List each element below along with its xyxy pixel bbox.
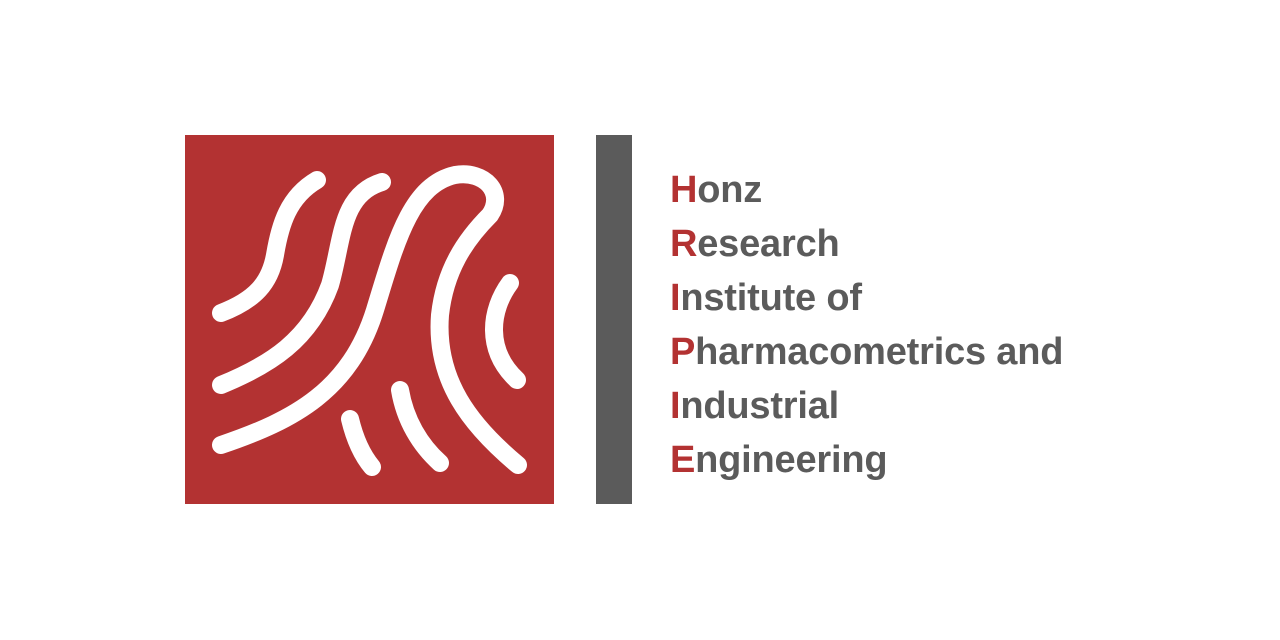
wordmark-initial: I <box>670 277 681 319</box>
wordmark-line-institute: Institute of <box>670 271 1063 325</box>
divider-bar <box>596 135 632 504</box>
wordmark-initial: E <box>670 439 696 481</box>
wordmark-line-industrial: Industrial <box>670 379 1063 433</box>
wordmark-text: nstitute of <box>680 277 862 319</box>
wordmark-initial: R <box>670 223 698 265</box>
wordmark: Honz Research Institute of Pharmacometri… <box>670 163 1063 487</box>
fingerprint-waves-icon <box>185 135 554 504</box>
wordmark-text: ngineering <box>695 439 888 481</box>
wordmark-line-honz: Honz <box>670 163 1063 217</box>
wordmark-initial: H <box>670 169 698 211</box>
wordmark-line-pharmacometrics: Pharmacometrics and <box>670 325 1063 379</box>
wordmark-text: onz <box>697 169 763 211</box>
wordmark-line-research: Research <box>670 217 1063 271</box>
wordmark-line-engineering: Engineering <box>670 433 1063 487</box>
wordmark-text: harmacometrics and <box>695 331 1064 373</box>
wordmark-initial: P <box>670 331 696 373</box>
wordmark-initial: I <box>670 385 681 427</box>
wordmark-text: esearch <box>697 223 840 265</box>
logo-mark <box>185 135 554 504</box>
wordmark-text: ndustrial <box>680 385 840 427</box>
